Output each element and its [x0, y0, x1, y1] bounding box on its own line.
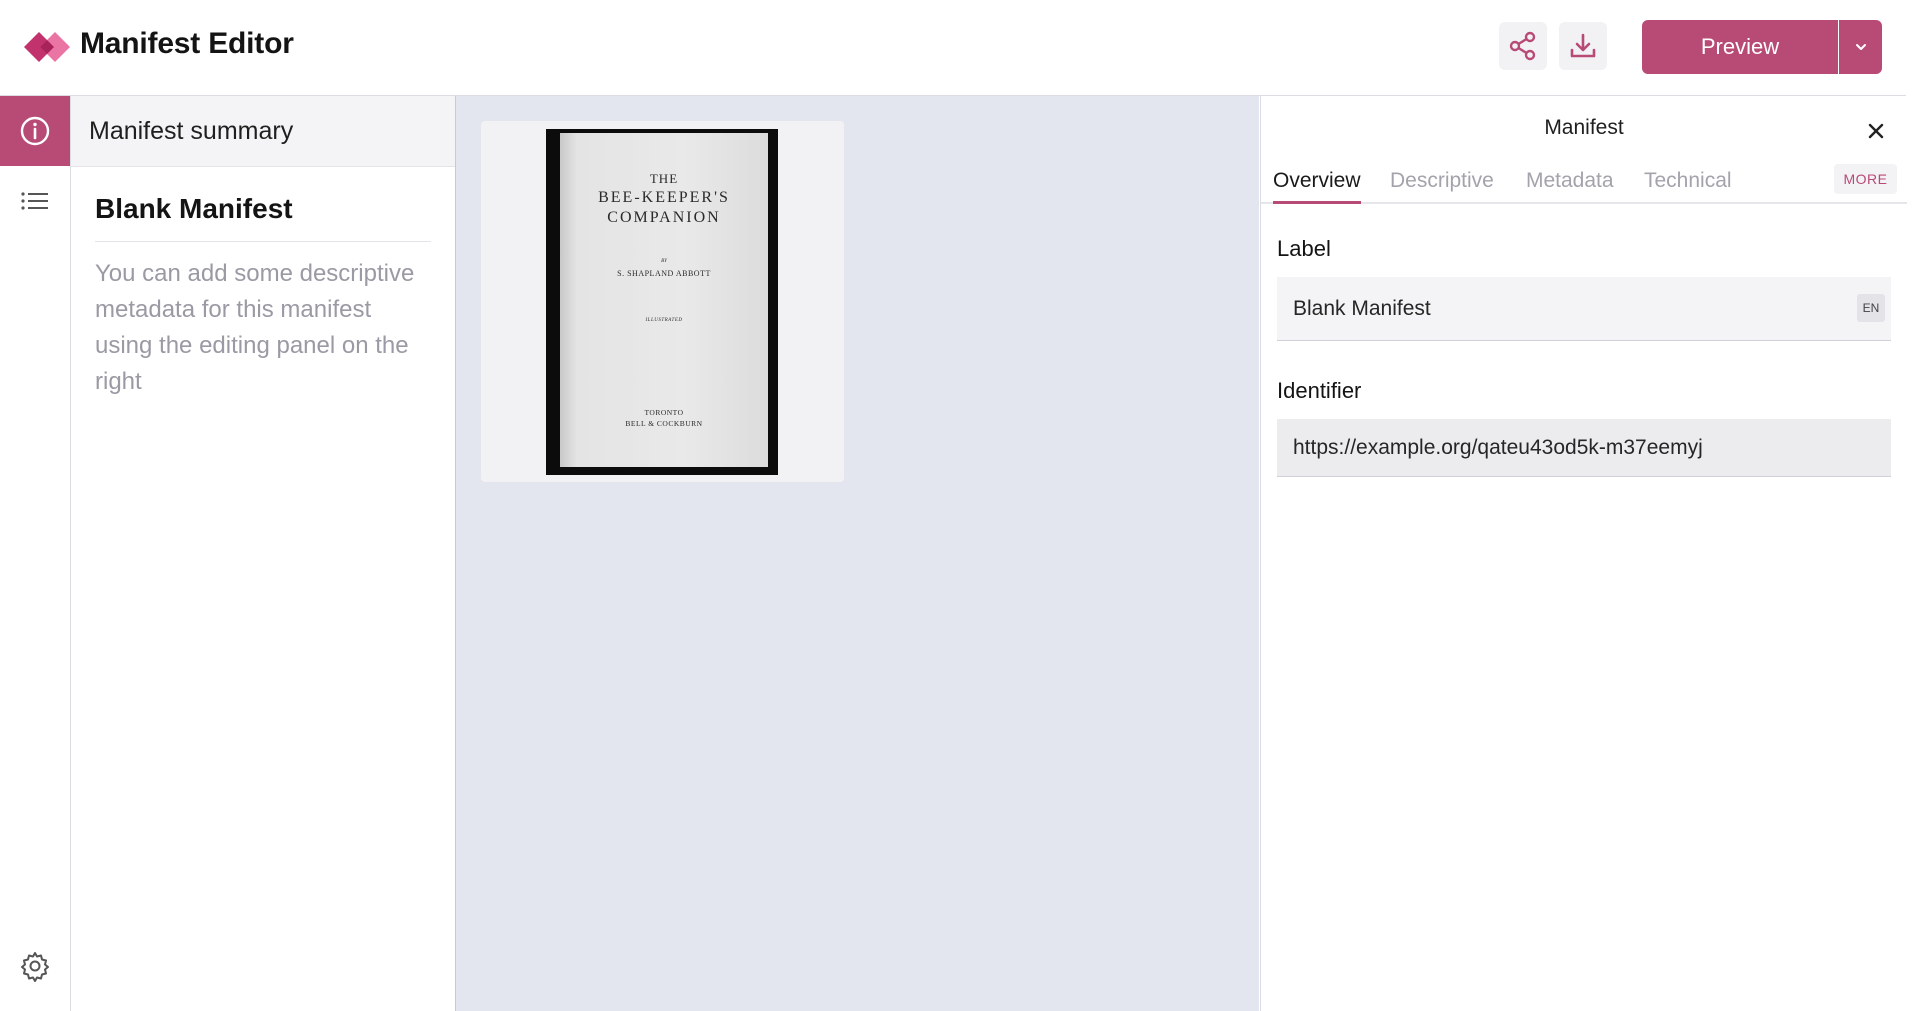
- app-logo-icon: [24, 32, 70, 62]
- language-badge[interactable]: EN: [1857, 294, 1885, 322]
- identifier-field[interactable]: https://example.org/qateu43od5k-m37eemyj: [1277, 419, 1891, 477]
- download-icon: [1570, 33, 1596, 58]
- share-button[interactable]: [1499, 22, 1547, 70]
- properties-panel-title: Manifest: [1544, 116, 1624, 139]
- rail-item-list[interactable]: [0, 166, 70, 236]
- info-icon: [20, 116, 50, 146]
- app-title: Manifest Editor: [80, 27, 294, 60]
- tab-technical[interactable]: Technical: [1644, 168, 1732, 202]
- cover-author: S. SHAPLAND ABBOTT: [617, 269, 711, 278]
- preview-button[interactable]: Preview: [1642, 20, 1838, 74]
- app-header: Manifest Editor Preview: [0, 0, 1906, 96]
- cover-publisher: BELL & COCKBURN: [625, 419, 703, 428]
- list-icon: [21, 192, 48, 210]
- label-field-title: Label: [1277, 236, 1331, 261]
- tab-overview[interactable]: Overview: [1273, 168, 1361, 204]
- label-field-value: Blank Manifest: [1293, 296, 1431, 320]
- cover-line-companion: COMPANION: [607, 209, 721, 226]
- download-button[interactable]: [1559, 22, 1607, 70]
- tab-descriptive[interactable]: Descriptive: [1390, 168, 1494, 202]
- gear-icon: [21, 952, 49, 982]
- chevron-down-icon: [1855, 44, 1866, 50]
- summary-panel: Manifest summary Blank Manifest You can …: [71, 96, 456, 1011]
- left-rail: [0, 96, 71, 1011]
- properties-panel: Manifest Overview Descriptive Metadata T…: [1260, 96, 1907, 1011]
- canvas-thumbnail[interactable]: THE BEE-KEEPER'S COMPANION BY S. SHAPLAN…: [481, 121, 844, 482]
- more-tabs-button[interactable]: MORE: [1834, 164, 1897, 194]
- cover-line-the: THE: [649, 171, 679, 186]
- manifest-description: You can add some descriptive metadata fo…: [95, 260, 415, 395]
- tab-metadata[interactable]: Metadata: [1526, 168, 1614, 202]
- cover-pub-place: TORONTO: [644, 408, 684, 417]
- manifest-title: Blank Manifest: [95, 193, 431, 242]
- book-page: THE BEE-KEEPER'S COMPANION BY S. SHAPLAN…: [560, 133, 768, 467]
- canvas-area: THE BEE-KEEPER'S COMPANION BY S. SHAPLAN…: [456, 96, 1259, 1011]
- identifier-field-value: https://example.org/qateu43od5k-m37eemyj: [1293, 435, 1703, 459]
- cover-illustrated: ILLUSTRATED: [645, 318, 683, 323]
- cover-title: BEE-KEEPER'S COMPANION: [560, 188, 768, 228]
- share-icon: [1509, 31, 1536, 61]
- close-icon[interactable]: [1863, 118, 1889, 144]
- label-field[interactable]: Blank Manifest EN: [1277, 277, 1891, 341]
- identifier-field-title: Identifier: [1277, 378, 1362, 403]
- cover-by: BY: [661, 259, 667, 264]
- properties-tabs: Overview Descriptive Metadata Technical: [1261, 168, 1907, 204]
- preview-dropdown-button[interactable]: [1839, 20, 1882, 74]
- summary-panel-header: Manifest summary: [71, 96, 455, 167]
- rail-item-summary[interactable]: [0, 96, 70, 166]
- book-cover-image: THE BEE-KEEPER'S COMPANION BY S. SHAPLAN…: [546, 129, 778, 475]
- cover-line-beekeepers: BEE-KEEPER'S: [598, 189, 730, 206]
- settings-button[interactable]: [0, 931, 70, 1001]
